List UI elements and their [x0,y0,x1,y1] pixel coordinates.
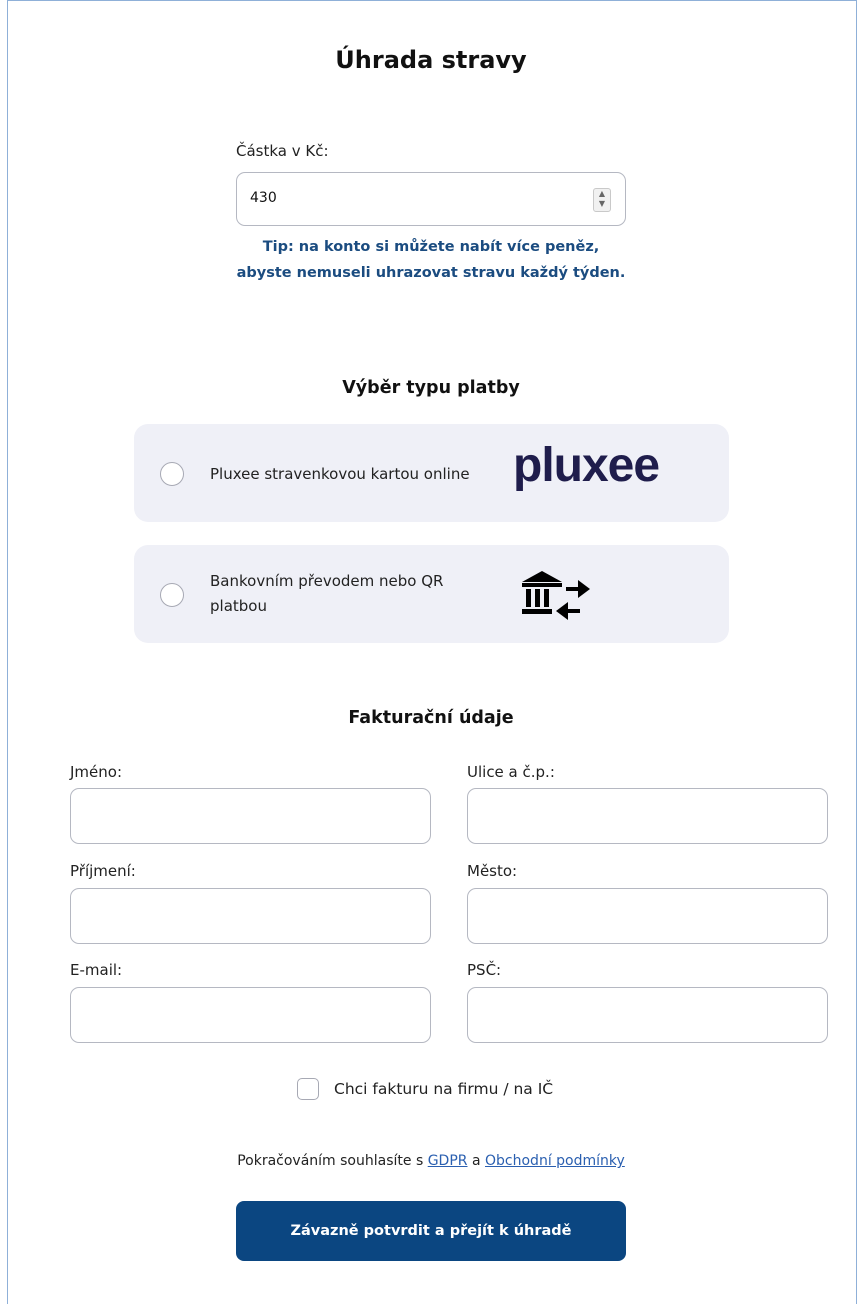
street-label: Ulice a č.p.: [467,763,555,781]
bank-radio[interactable] [160,583,184,607]
zip-label: PSČ: [467,961,502,979]
last-name-label: Příjmení: [70,862,136,880]
city-label: Město: [467,862,518,880]
terms-link[interactable]: Obchodní podmínky [485,1153,625,1169]
payment-option-pluxee[interactable]: Pluxee stravenkovou kartou online pluxee [134,424,729,522]
tip-text: Tip: na konto si můžete nabít více peněz… [236,239,626,281]
company-invoice-label[interactable]: Chci fakturu na firmu / na IČ [334,1080,553,1098]
pluxee-label: Pluxee stravenkovou kartou online [210,465,470,483]
company-invoice-checkbox[interactable] [297,1078,319,1100]
payment-heading: Výběr typu platby [342,378,520,398]
street-input[interactable] [467,788,828,844]
pluxee-radio[interactable] [160,462,184,486]
first-name-label: Jméno: [70,763,123,781]
gdpr-link[interactable]: GDPR [428,1153,468,1169]
payment-option-bank[interactable]: Bankovním převodem nebo QR platbou [134,545,729,643]
consent-prefix: Pokračováním souhlasíte s [237,1153,424,1169]
page-title: Úhrada stravy [335,46,527,74]
pluxee-logo: pluxee [513,439,660,492]
email-input[interactable] [70,987,431,1043]
consent-text: Pokračováním souhlasíte s GDPR a Obchodn… [0,1153,862,1169]
number-spinner-icon[interactable]: ▲ ▼ [593,188,611,212]
amount-label: Částka v Kč: [236,142,329,160]
billing-heading: Fakturační údaje [348,708,514,728]
first-name-input[interactable] [70,788,431,844]
consent-middle: a [471,1153,481,1169]
zip-input[interactable] [467,987,828,1043]
submit-button[interactable]: Závazně potvrdit a přejít k úhradě [236,1201,626,1261]
amount-input[interactable]: 430 ▲ ▼ [236,172,626,226]
email-label: E-mail: [70,961,123,979]
bank-label: Bankovním převodem nebo QR platbou [210,572,444,615]
last-name-input[interactable] [70,888,431,944]
bank-transfer-icon [522,571,590,620]
city-input[interactable] [467,888,828,944]
amount-value: 430 [250,190,277,206]
